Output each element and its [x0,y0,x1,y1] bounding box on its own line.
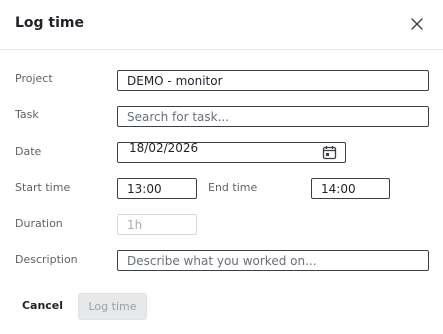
duration-label: Duration [15,217,63,230]
close-icon[interactable] [408,15,426,33]
date-field[interactable]: 18/02/2026 [117,141,346,163]
log-time-button[interactable]: Log time [78,293,147,320]
duration-field [117,214,197,235]
start-time-label: Start time [15,181,71,194]
dialog-title: Log time [15,15,85,31]
project-label: Project [15,72,53,85]
date-label: Date [15,145,42,158]
dialog-header: Log time [0,0,443,50]
cancel-button[interactable]: Cancel [15,293,70,319]
description-label: Description [15,253,78,266]
end-time-label: End time [208,181,258,194]
task-search-input[interactable] [117,106,429,127]
project-field[interactable] [117,70,429,91]
end-time-field[interactable] [311,178,390,199]
calendar-icon[interactable] [322,145,337,160]
date-value: 18/02/2026 [129,141,199,155]
task-label: Task [15,108,39,121]
description-input[interactable] [117,250,429,271]
start-time-field[interactable] [117,178,197,199]
